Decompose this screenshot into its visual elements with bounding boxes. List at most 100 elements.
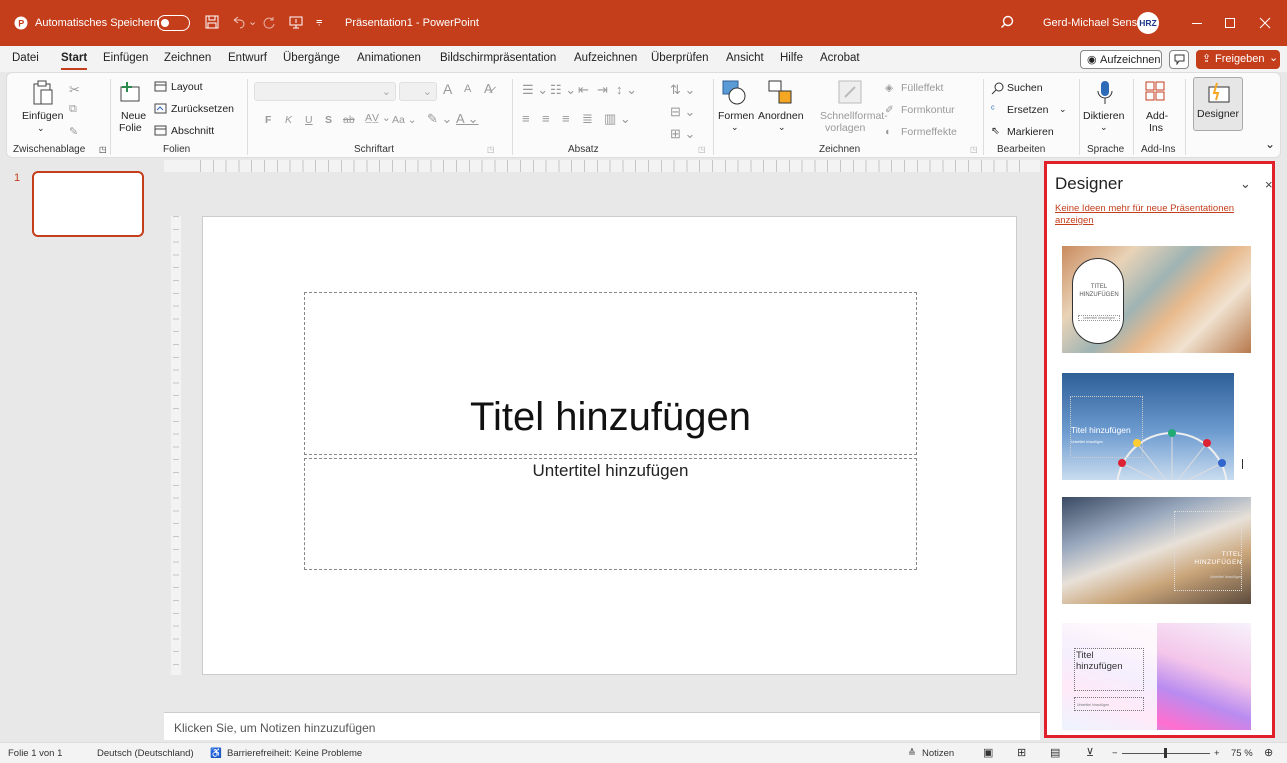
dialog-launcher-icon[interactable]: ◳	[99, 145, 107, 154]
zoom-out-icon[interactable]: −	[1112, 748, 1118, 759]
quick-styles-button[interactable]: Schnellformat-	[820, 110, 888, 122]
numbering-icon[interactable]: ☷ ⌄	[550, 82, 576, 98]
slide-title[interactable]: Titel hinzufügen	[305, 395, 916, 440]
shape-outline-button[interactable]: Formkontur	[901, 104, 955, 116]
shapes-button[interactable]: Formen	[718, 110, 754, 122]
tab-zeichnen[interactable]: Zeichnen	[164, 52, 211, 64]
new-slide-label[interactable]: Neue	[121, 110, 146, 122]
dialog-launcher-icon[interactable]: ◳	[698, 145, 706, 154]
zoom-in-icon[interactable]: +	[1214, 748, 1220, 759]
slide-sorter-icon[interactable]: ⊞	[1017, 746, 1026, 759]
arrange-button[interactable]: Anordnen	[758, 110, 804, 122]
increase-indent-icon[interactable]: ⇥	[597, 82, 608, 98]
section-button[interactable]: Abschnitt	[171, 125, 214, 137]
slide-thumbnail-1[interactable]	[32, 171, 144, 237]
line-spacing-icon[interactable]: ↕ ⌄	[616, 82, 637, 98]
clear-formatting-icon[interactable]: A̷	[484, 81, 493, 96]
character-spacing-icon[interactable]: A̲V̲ ⌄	[365, 112, 391, 124]
accessibility-status[interactable]: Barrierefreiheit: Keine Probleme	[227, 748, 362, 759]
chevron-down-icon[interactable]: ⌄	[1059, 104, 1067, 115]
horizontal-ruler[interactable]	[164, 160, 1040, 172]
slideshow-icon[interactable]: ⊻	[1086, 746, 1094, 759]
notes-button[interactable]: Notizen	[922, 748, 954, 759]
smartart-icon[interactable]: ⊞ ⌄	[670, 126, 695, 142]
dialog-launcher-icon[interactable]: ◳	[970, 145, 978, 154]
save-icon[interactable]	[205, 15, 219, 29]
new-slide-icon[interactable]	[119, 81, 143, 103]
shape-fill-icon[interactable]: ◈	[885, 82, 893, 94]
layout-button[interactable]: Layout	[171, 81, 203, 93]
tab-bildschirmpraesentation[interactable]: Bildschirmpräsentation	[440, 52, 556, 64]
search-icon[interactable]	[1000, 15, 1014, 29]
notes-placeholder[interactable]: Klicken Sie, um Notizen hinzuzufügen	[174, 721, 375, 735]
vertical-ruler[interactable]	[171, 216, 181, 675]
paste-icon[interactable]	[32, 79, 54, 107]
shadow-icon[interactable]: S	[325, 114, 332, 126]
tab-uebergaenge[interactable]: Übergänge	[283, 52, 340, 64]
tab-acrobat[interactable]: Acrobat	[820, 52, 860, 64]
font-family-select[interactable]: ⌄	[254, 82, 396, 101]
title-placeholder[interactable]: Titel hinzufügen	[304, 292, 917, 455]
shapes-icon[interactable]	[721, 79, 747, 105]
chevron-down-icon[interactable]: ⌄	[731, 122, 739, 133]
columns-icon[interactable]: ▥ ⌄	[604, 111, 631, 127]
design-idea-1[interactable]: TITEL HINZUFÜGEN Untertitel hinzufügen	[1062, 246, 1251, 353]
dictate-button[interactable]: Diktieren	[1083, 110, 1124, 122]
reset-button[interactable]: Zurücksetzen	[171, 103, 234, 115]
addins-icon[interactable]	[1144, 79, 1166, 105]
font-color-icon[interactable]: A ⌄	[456, 111, 478, 127]
shape-outline-icon[interactable]: ✐	[885, 104, 894, 116]
align-right-icon[interactable]: ≡	[562, 111, 570, 126]
design-idea-4[interactable]: Titel hinzufügen Untertitel hinzufügen	[1062, 623, 1251, 730]
fit-to-window-icon[interactable]: ⊕	[1264, 746, 1273, 759]
redo-icon[interactable]	[262, 15, 276, 29]
cut-icon[interactable]: ✂	[69, 82, 80, 98]
align-left-icon[interactable]: ≡	[522, 111, 530, 126]
bullets-icon[interactable]: ☰ ⌄	[522, 82, 548, 98]
zoom-level[interactable]: 75 %	[1231, 748, 1253, 759]
tab-einfuegen[interactable]: Einfügen	[103, 52, 148, 64]
zoom-slider-thumb[interactable]	[1164, 748, 1167, 758]
close-icon[interactable]	[1259, 17, 1271, 29]
user-name[interactable]: Gerd-Michael Sens	[1043, 17, 1137, 29]
align-text-icon[interactable]: ⊟ ⌄	[670, 104, 695, 120]
designer-button[interactable]: Designer	[1193, 77, 1243, 131]
minimize-icon[interactable]	[1191, 17, 1203, 29]
decrease-font-size-icon[interactable]: A	[464, 83, 471, 95]
decrease-indent-icon[interactable]: ⇤	[578, 82, 589, 98]
close-icon[interactable]: ×	[1265, 177, 1273, 192]
start-from-beginning-icon[interactable]	[289, 15, 303, 29]
record-button[interactable]: ◉ Aufzeichnen	[1080, 50, 1162, 69]
customize-toolbar-icon[interactable]: ⩦	[316, 15, 322, 28]
align-center-icon[interactable]: ≡	[542, 111, 550, 126]
maximize-icon[interactable]	[1224, 17, 1236, 29]
font-size-select[interactable]: ⌄	[399, 82, 437, 101]
increase-font-size-icon[interactable]: A	[443, 81, 452, 97]
new-slide-label-2[interactable]: Folie	[119, 122, 142, 134]
undo-icon[interactable]	[231, 15, 245, 29]
tab-entwurf[interactable]: Entwurf	[228, 52, 267, 64]
shape-effects-button[interactable]: Formeffekte	[901, 126, 957, 138]
slide[interactable]: Titel hinzufügen Untertitel hinzufügen	[202, 216, 1017, 675]
undo-dropdown-icon[interactable]: ⌄	[248, 15, 257, 28]
tab-hilfe[interactable]: Hilfe	[780, 52, 803, 64]
underline-icon[interactable]: U	[305, 114, 313, 126]
shape-effects-icon[interactable]: ◐	[885, 126, 891, 138]
dialog-launcher-icon[interactable]: ◳	[487, 145, 495, 154]
reading-view-icon[interactable]: ▤	[1050, 746, 1060, 759]
bold-icon[interactable]: F	[265, 114, 271, 126]
chevron-down-icon[interactable]: ⌄	[778, 122, 786, 133]
design-idea-2[interactable]: Titel hinzufügen Untertitel hinzufügen	[1062, 373, 1251, 480]
chevron-down-icon[interactable]: ⌄	[1100, 122, 1108, 133]
chevron-down-icon[interactable]: ⌄	[37, 123, 45, 134]
strikethrough-icon[interactable]: ab	[343, 114, 355, 126]
share-button[interactable]: ⇪ Freigeben ⌄	[1196, 50, 1280, 69]
shape-fill-button[interactable]: Fülleffekt	[901, 82, 943, 94]
language-indicator[interactable]: Deutsch (Deutschland)	[97, 748, 194, 759]
addins-label-2[interactable]: Ins	[1149, 122, 1163, 134]
microphone-icon[interactable]	[1096, 79, 1114, 107]
chevron-down-icon[interactable]: ⌄	[1240, 176, 1251, 192]
text-direction-icon[interactable]: ⇅ ⌄	[670, 82, 695, 98]
tab-start[interactable]: Start	[61, 52, 87, 64]
tab-animationen[interactable]: Animationen	[357, 52, 421, 64]
